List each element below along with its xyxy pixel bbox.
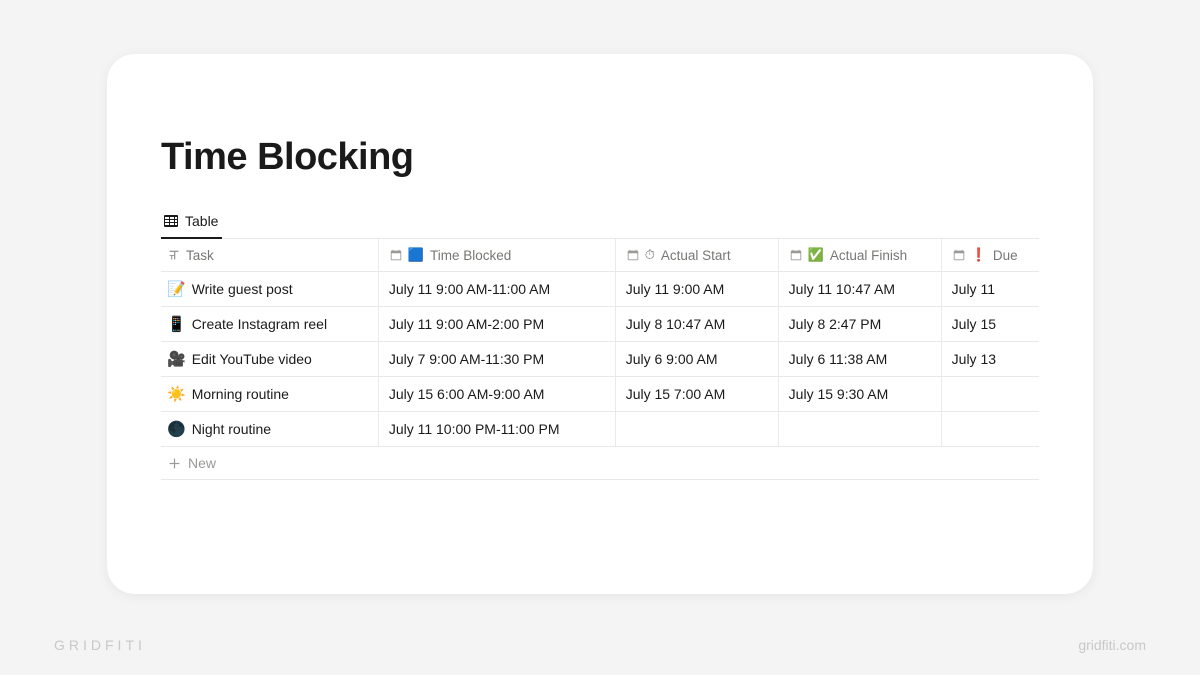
- task-emoji: 🌑: [167, 420, 186, 438]
- column-header-due[interactable]: ❗ Due: [941, 239, 1039, 272]
- task-emoji: 📱: [167, 315, 186, 333]
- column-header-actual-start[interactable]: ⏱ Actual Start: [615, 239, 778, 272]
- cell-actual-finish[interactable]: July 11 10:47 AM: [778, 272, 941, 307]
- date-property-icon: [952, 248, 966, 262]
- date-property-icon: [789, 248, 803, 262]
- cell-time-blocked[interactable]: July 11 10:00 PM-11:00 PM: [378, 412, 615, 447]
- task-name: Edit YouTube video: [192, 351, 312, 367]
- column-header-time-blocked[interactable]: 🟦 Time Blocked: [378, 239, 615, 272]
- cell-actual-start[interactable]: July 15 7:00 AM: [615, 377, 778, 412]
- table-row[interactable]: ☀️ Morning routine July 15 6:00 AM-9:00 AM…: [161, 377, 1039, 412]
- text-property-icon: [167, 248, 181, 262]
- cell-time-blocked[interactable]: July 15 6:00 AM-9:00 AM: [378, 377, 615, 412]
- table-row[interactable]: 🌑 Night routine July 11 10:00 PM-11:00 PM: [161, 412, 1039, 447]
- cell-due[interactable]: July 11: [941, 272, 1039, 307]
- task-emoji: 🎥: [167, 350, 186, 368]
- column-header-actual-finish[interactable]: ✅ Actual Finish: [778, 239, 941, 272]
- cell-time-blocked[interactable]: July 11 9:00 AM-2:00 PM: [378, 307, 615, 342]
- column-header-task[interactable]: Task: [161, 239, 378, 272]
- new-row-label: New: [188, 455, 216, 471]
- page-card: Time Blocking Table Task: [107, 54, 1093, 594]
- task-name: Night routine: [192, 421, 271, 437]
- page-title: Time Blocking: [161, 136, 1039, 179]
- cell-actual-finish[interactable]: July 6 11:38 AM: [778, 342, 941, 377]
- cell-due[interactable]: [941, 377, 1039, 412]
- cell-time-blocked[interactable]: July 7 9:00 AM-11:30 PM: [378, 342, 615, 377]
- plus-icon: [167, 456, 181, 470]
- task-emoji: ☀️: [167, 385, 186, 403]
- cell-actual-finish[interactable]: [778, 412, 941, 447]
- task-name: Morning routine: [192, 386, 289, 402]
- tab-label: Table: [185, 213, 218, 229]
- table-row[interactable]: 📝 Write guest post July 11 9:00 AM-11:00 A…: [161, 272, 1039, 307]
- task-emoji: 📝: [167, 280, 186, 298]
- blue-square-emoji: 🟦: [408, 247, 424, 263]
- tab-table[interactable]: Table: [161, 207, 222, 239]
- table-row[interactable]: 🎥 Edit YouTube video July 7 9:00 AM-11:30 …: [161, 342, 1039, 377]
- data-table: Task 🟦 Time Blocked: [161, 238, 1039, 447]
- cell-actual-start[interactable]: July 8 10:47 AM: [615, 307, 778, 342]
- date-property-icon: [626, 248, 640, 262]
- view-tabs: Table: [161, 207, 1039, 239]
- cell-time-blocked[interactable]: July 11 9:00 AM-11:00 AM: [378, 272, 615, 307]
- cell-actual-start[interactable]: [615, 412, 778, 447]
- new-row-button[interactable]: New: [161, 447, 1039, 480]
- table-icon: [163, 213, 179, 229]
- task-name: Write guest post: [192, 281, 293, 297]
- cell-due[interactable]: July 13: [941, 342, 1039, 377]
- exclamation-emoji: ❗: [971, 247, 987, 263]
- date-property-icon: [389, 248, 403, 262]
- task-name: Create Instagram reel: [192, 316, 327, 332]
- cell-due[interactable]: July 15: [941, 307, 1039, 342]
- footer-url: gridfiti.com: [1078, 637, 1146, 653]
- table-header-row: Task 🟦 Time Blocked: [161, 239, 1039, 272]
- cell-due[interactable]: [941, 412, 1039, 447]
- cell-actual-start[interactable]: July 11 9:00 AM: [615, 272, 778, 307]
- cell-actual-start[interactable]: July 6 9:00 AM: [615, 342, 778, 377]
- stopwatch-emoji: ⏱: [645, 247, 655, 263]
- cell-actual-finish[interactable]: July 15 9:30 AM: [778, 377, 941, 412]
- cell-actual-finish[interactable]: July 8 2:47 PM: [778, 307, 941, 342]
- check-emoji: ✅: [808, 247, 824, 263]
- table-row[interactable]: 📱 Create Instagram reel July 11 9:00 AM-2:…: [161, 307, 1039, 342]
- footer-brand: GRIDFITI: [54, 637, 146, 653]
